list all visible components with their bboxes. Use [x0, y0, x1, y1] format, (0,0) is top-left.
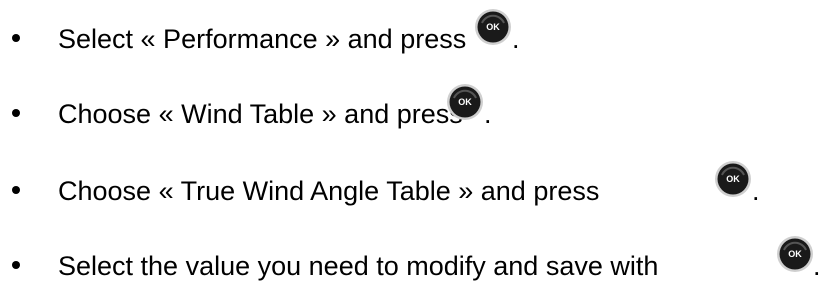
- ok-label: OK: [788, 249, 802, 259]
- instruction-text: Choose « Wind Table » and press: [58, 99, 463, 129]
- period: .: [813, 251, 821, 281]
- instruction-text: Choose « True Wind Angle Table » and pre…: [58, 176, 600, 206]
- ok-label: OK: [458, 97, 472, 107]
- period: .: [512, 24, 520, 54]
- instruction-text: Select the value you need to modify and …: [58, 251, 659, 281]
- ok-button-icon: OK: [715, 161, 751, 197]
- bullet-icon: [12, 34, 20, 42]
- ok-button-icon: OK: [447, 84, 483, 120]
- list-item: Select the value you need to modify and …: [0, 236, 829, 289]
- ok-label: OK: [726, 174, 740, 184]
- ok-button-icon: OK: [777, 236, 813, 272]
- period: .: [752, 176, 760, 206]
- ok-label: OK: [486, 22, 500, 32]
- instruction-text: Select « Performance » and press: [58, 24, 467, 54]
- bullet-icon: [12, 186, 20, 194]
- instruction-list: Select « Performance » and press OK . Ch…: [0, 0, 829, 300]
- list-item: Choose « True Wind Angle Table » and pre…: [0, 161, 829, 214]
- bullet-icon: [12, 109, 20, 117]
- list-item: Choose « Wind Table » and press OK .: [0, 84, 829, 137]
- list-item: Select « Performance » and press OK .: [0, 9, 829, 62]
- ok-button-icon: OK: [475, 9, 511, 45]
- bullet-icon: [12, 261, 20, 269]
- period: .: [484, 99, 492, 129]
